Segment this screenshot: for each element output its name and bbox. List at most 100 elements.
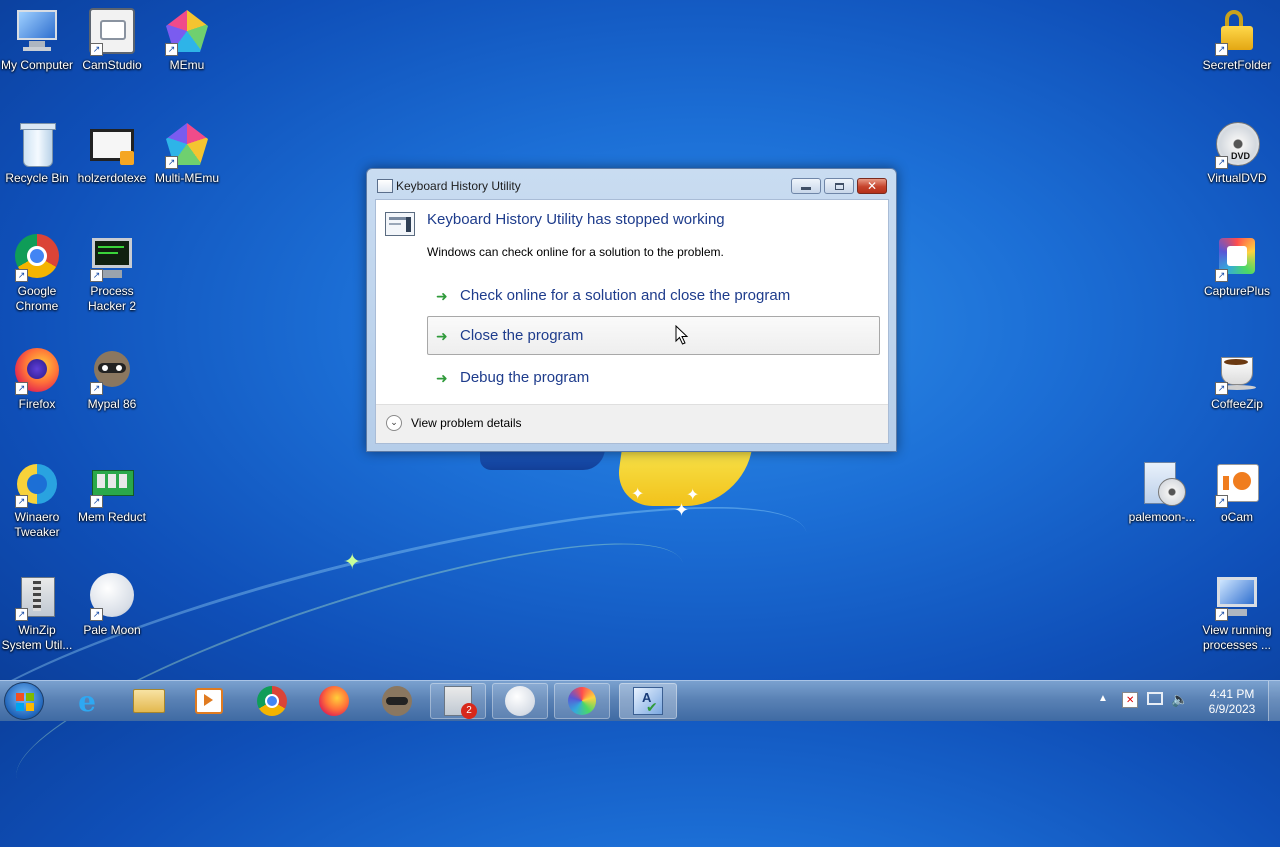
taskbar-explorer[interactable] (121, 683, 177, 719)
chrome-icon (257, 686, 287, 716)
close-icon: ✕ (866, 179, 878, 193)
taskbar-captureplus[interactable] (554, 683, 610, 719)
desktop-icon-label: WinZip System Util... (1, 623, 73, 652)
desktop-icon-label: CamStudio (82, 58, 142, 72)
taskbar-chrome[interactable] (244, 683, 300, 719)
desktop-icon-label: CapturePlus (1203, 284, 1271, 298)
desktop-icon-mypal[interactable]: ↗ Mypal 86 (74, 347, 150, 412)
mouse-cursor-icon (675, 325, 689, 345)
process-hacker-icon: ↗ (88, 234, 136, 282)
tray-flag-icon[interactable]: ✕ (1122, 692, 1138, 732)
coffeezip-icon: ↗ (1213, 347, 1261, 395)
minimize-button[interactable] (791, 178, 821, 194)
shortcut-arrow-icon: ↗ (1215, 608, 1228, 621)
option-check-online[interactable]: ➜ Check online for a solution and close … (427, 276, 880, 315)
desktop-icon-winaero[interactable]: ↗ Winaero Tweaker (0, 460, 75, 540)
shortcut-arrow-icon: ↗ (90, 43, 103, 56)
dialog-heading: Keyboard History Utility has stopped wor… (427, 211, 725, 228)
multi-memu-icon: ↗ (163, 121, 211, 169)
taskbar-clock[interactable]: 4:41 PM 6/9/2023 (1196, 687, 1268, 717)
taskbar: e 2 A ✔ ▲ ✕ 🔈 4:41 PM 6/9/2023 (0, 680, 1280, 721)
green-arrow-icon: ➜ (436, 329, 448, 345)
shortcut-arrow-icon: ↗ (1215, 269, 1228, 282)
dialog-message: Windows can check online for a solution … (427, 245, 724, 259)
desktop-icon-label: View running processes ... (1202, 623, 1272, 652)
winzip-icon: ↗ (13, 573, 61, 621)
mem-reduct-icon: ↗ (88, 460, 136, 508)
app-window-icon (377, 179, 393, 193)
shortcut-arrow-icon: ↗ (15, 269, 28, 282)
desktop-icon-camstudio[interactable]: ↗ CamStudio (74, 8, 150, 73)
desktop-icon-ocam[interactable]: ↗ oCam (1199, 460, 1275, 525)
desktop-icon-google-chrome[interactable]: ↗ Google Chrome (0, 234, 75, 314)
view-details-link[interactable]: View problem details (411, 416, 522, 430)
desktop-icon-coffeezip[interactable]: ↗ CoffeeZip (1199, 347, 1275, 412)
tray-network-icon[interactable] (1147, 692, 1163, 732)
desktop-icon-label: Pale Moon (83, 623, 141, 637)
desktop-icon-secretfolder[interactable]: ↗ SecretFolder (1199, 8, 1275, 73)
shortcut-arrow-icon: ↗ (1215, 382, 1228, 395)
desktop-icon-label: holzerdotexe (77, 171, 147, 185)
desktop-icon-my-computer[interactable]: My Computer (0, 8, 75, 73)
option-debug-program[interactable]: ➜ Debug the program (427, 358, 880, 397)
taskbar-keyboard-history-utility[interactable]: A ✔ (619, 683, 677, 719)
chevron-down-icon[interactable]: ⌄ (386, 415, 402, 431)
computer-icon (13, 8, 61, 56)
sparkle-icon: ✦ (631, 484, 645, 503)
desktop-icon-holzerdotexe[interactable]: holzerdotexe (74, 121, 150, 186)
desktop-icon-label: Process Hacker 2 (87, 284, 137, 313)
show-desktop-button[interactable] (1268, 681, 1280, 721)
tray-overflow-icon[interactable]: ▲ (1098, 693, 1108, 733)
taskbar-pale-moon[interactable] (492, 683, 548, 719)
desktop-icon-captureplus[interactable]: ↗ CapturePlus (1199, 234, 1275, 299)
desktop-icon-multi-memu[interactable]: ↗ Multi-MEmu (149, 121, 225, 186)
option-close-program[interactable]: ➜ Close the program (427, 316, 880, 355)
sparkle-icon: ✦ (343, 550, 362, 575)
firefox-icon (319, 686, 349, 716)
shortcut-arrow-icon: ↗ (90, 269, 103, 282)
taskbar-firefox[interactable] (306, 683, 362, 719)
desktop-icon-mem-reduct[interactable]: ↗ Mem Reduct (74, 460, 150, 525)
notification-badge: 2 (461, 703, 477, 719)
camstudio-icon: ↗ (88, 8, 136, 56)
desktop-icon-virtualdvd[interactable]: DVD ↗ VirtualDVD (1199, 121, 1275, 186)
desktop-icon-pale-moon[interactable]: ↗ Pale Moon (74, 573, 150, 638)
windows-logo-icon (16, 693, 34, 711)
desktop-icon-process-hacker[interactable]: ↗ Process Hacker 2 (74, 234, 150, 314)
captureplus-icon (568, 687, 596, 715)
green-arrow-icon: ➜ (436, 371, 448, 387)
taskbar-internet-explorer[interactable]: e (59, 683, 115, 719)
shortcut-arrow-icon: ↗ (15, 608, 28, 621)
taskbar-mypal[interactable] (369, 683, 425, 719)
shortcut-arrow-icon: ↗ (15, 382, 28, 395)
taskbar-media[interactable] (181, 683, 237, 719)
pale-moon-icon (505, 686, 535, 716)
shortcut-arrow-icon: ↗ (165, 156, 178, 169)
taskbar-winzip[interactable]: 2 (430, 683, 486, 719)
dialog-titlebar[interactable]: Keyboard History Utility ✕ (367, 169, 896, 199)
desktop-icon-recycle-bin[interactable]: Recycle Bin (0, 121, 75, 186)
shortcut-arrow-icon: ↗ (15, 495, 28, 508)
desktop-icon-label: CoffeeZip (1211, 397, 1263, 411)
program-error-icon (385, 212, 415, 236)
desktop-icon-label: Recycle Bin (5, 171, 69, 185)
sparkle-icon: ✦ (674, 500, 690, 521)
captureplus-icon: ↗ (1213, 234, 1261, 282)
shortcut-arrow-icon: ↗ (1215, 495, 1228, 508)
maximize-button[interactable] (824, 178, 854, 194)
close-button[interactable]: ✕ (857, 178, 887, 194)
desktop-icon-winzip[interactable]: ↗ WinZip System Util... (0, 573, 75, 653)
start-button[interactable] (4, 682, 44, 720)
desktop-icon-label: MEmu (169, 58, 205, 72)
desktop-icon-label: Multi-MEmu (154, 171, 219, 185)
desktop-icon-memu[interactable]: ↗ MEmu (149, 8, 225, 73)
desktop-icon-label: Mem Reduct (77, 510, 147, 524)
folder-icon (133, 689, 165, 713)
winzip-icon: 2 (444, 686, 477, 719)
mypal-icon (382, 686, 412, 716)
error-dialog: Keyboard History Utility ✕ Keyboard Hist… (366, 168, 897, 452)
desktop-icon-palemoon-installer[interactable]: palemoon-... (1124, 460, 1200, 525)
tray-volume-muted-icon[interactable]: 🔈 (1171, 691, 1188, 731)
desktop-icon-view-running-processes[interactable]: ↗ View running processes ... (1199, 573, 1275, 653)
desktop-icon-firefox[interactable]: ↗ Firefox (0, 347, 75, 412)
